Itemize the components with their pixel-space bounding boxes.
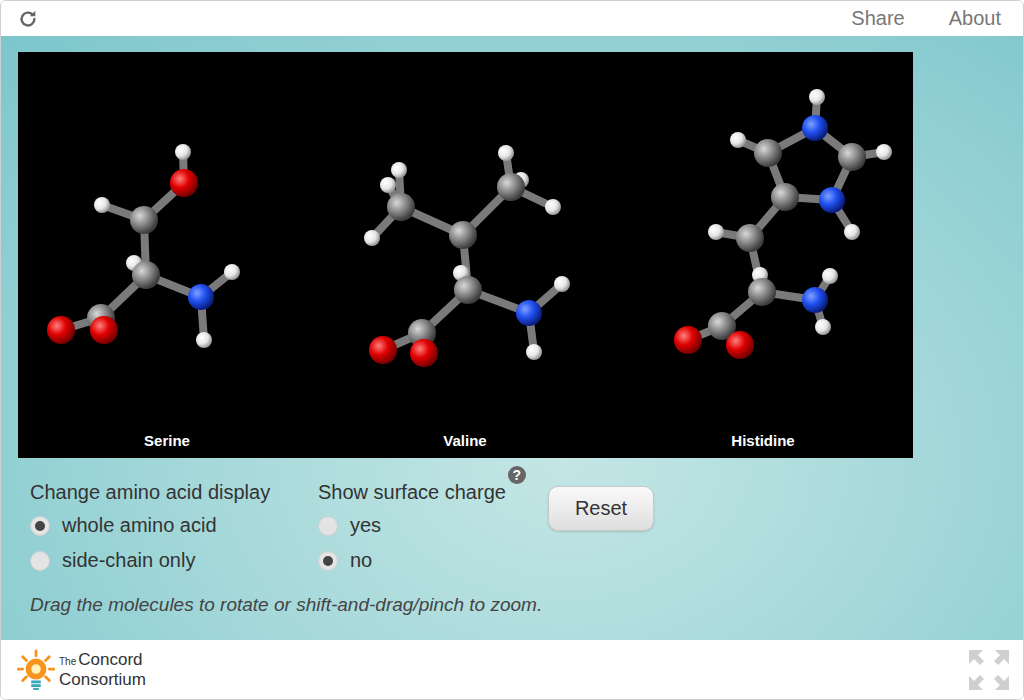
app-frame: Share About Serine Valine Histidine Change am… xyxy=(0,0,1024,700)
atom xyxy=(170,169,198,197)
atom xyxy=(876,144,892,160)
atom xyxy=(545,199,561,215)
molecule-model[interactable] xyxy=(18,52,316,432)
atom xyxy=(90,316,118,344)
atom xyxy=(454,276,482,304)
atom xyxy=(748,278,776,306)
radio-option[interactable]: whole amino acid xyxy=(30,510,318,541)
atom xyxy=(736,224,764,252)
atom xyxy=(516,300,542,326)
atom xyxy=(380,177,396,193)
reload-icon[interactable] xyxy=(17,8,39,30)
atom xyxy=(526,344,542,360)
header-link[interactable]: About xyxy=(949,7,1001,30)
atom xyxy=(449,221,477,249)
radio-group: Change amino acid display whole amino ac… xyxy=(30,478,318,576)
bottom-bar: TheConcordConsortium xyxy=(1,640,1023,699)
atom xyxy=(391,162,407,178)
molecule-label: Histidine xyxy=(731,432,794,450)
atom xyxy=(94,197,110,213)
atom xyxy=(754,139,782,167)
atom xyxy=(802,115,828,141)
radio-option[interactable]: side-chain only xyxy=(30,545,318,576)
atom xyxy=(47,316,75,344)
atom xyxy=(815,319,831,335)
atom xyxy=(708,224,724,240)
atom xyxy=(387,193,415,221)
atom xyxy=(802,287,828,313)
atom xyxy=(844,224,860,240)
radio-button[interactable] xyxy=(318,551,338,571)
atom xyxy=(674,326,702,354)
molecule-canvas[interactable]: Serine Valine Histidine xyxy=(18,52,913,458)
group-label: Change amino acid display xyxy=(30,478,318,506)
top-bar: Share About xyxy=(1,1,1023,36)
controls-row: Change amino acid display whole amino ac… xyxy=(18,478,1006,576)
atom xyxy=(838,143,866,171)
atom xyxy=(819,187,845,213)
atom xyxy=(497,173,525,201)
atom xyxy=(188,284,214,310)
header-link[interactable]: Share xyxy=(851,7,904,30)
atom xyxy=(224,264,240,280)
fullscreen-icon[interactable] xyxy=(967,648,1011,692)
radio-group: Show surface charge ? yes no xyxy=(318,478,548,576)
atom xyxy=(364,230,380,246)
atom xyxy=(132,261,160,289)
atom xyxy=(196,332,212,348)
molecule-model[interactable] xyxy=(316,52,614,432)
atom xyxy=(726,331,754,359)
atom xyxy=(369,336,397,364)
atom xyxy=(130,206,158,234)
radio-option[interactable]: yes xyxy=(318,510,548,541)
help-icon[interactable]: ? xyxy=(508,466,526,484)
atom xyxy=(809,89,825,105)
radio-button[interactable] xyxy=(30,516,50,536)
molecule-view[interactable]: Valine xyxy=(316,52,614,458)
radio-option[interactable]: no xyxy=(318,545,548,576)
atom xyxy=(771,183,799,211)
molecule-model[interactable] xyxy=(614,52,912,432)
atom xyxy=(410,339,438,367)
interactive-area: Serine Valine Histidine Change amino acid d… xyxy=(1,36,1023,640)
molecule-view[interactable]: Serine xyxy=(18,52,316,458)
atom xyxy=(498,145,514,161)
molecule-label: Serine xyxy=(144,432,190,450)
concord-logo[interactable]: TheConcordConsortium xyxy=(17,649,146,691)
radio-button[interactable] xyxy=(30,551,50,571)
reset-button[interactable]: Reset xyxy=(548,486,654,531)
molecule-label: Valine xyxy=(443,432,486,450)
atom xyxy=(822,268,838,284)
atom xyxy=(730,132,746,148)
radio-button[interactable] xyxy=(318,516,338,536)
group-label: Show surface charge ? xyxy=(318,478,548,506)
atom xyxy=(554,276,570,292)
atom xyxy=(175,144,191,160)
molecule-view[interactable]: Histidine xyxy=(614,52,912,458)
lightbulb-sun-icon xyxy=(17,649,55,691)
instruction-text: Drag the molecules to rotate or shift-an… xyxy=(18,594,1006,616)
